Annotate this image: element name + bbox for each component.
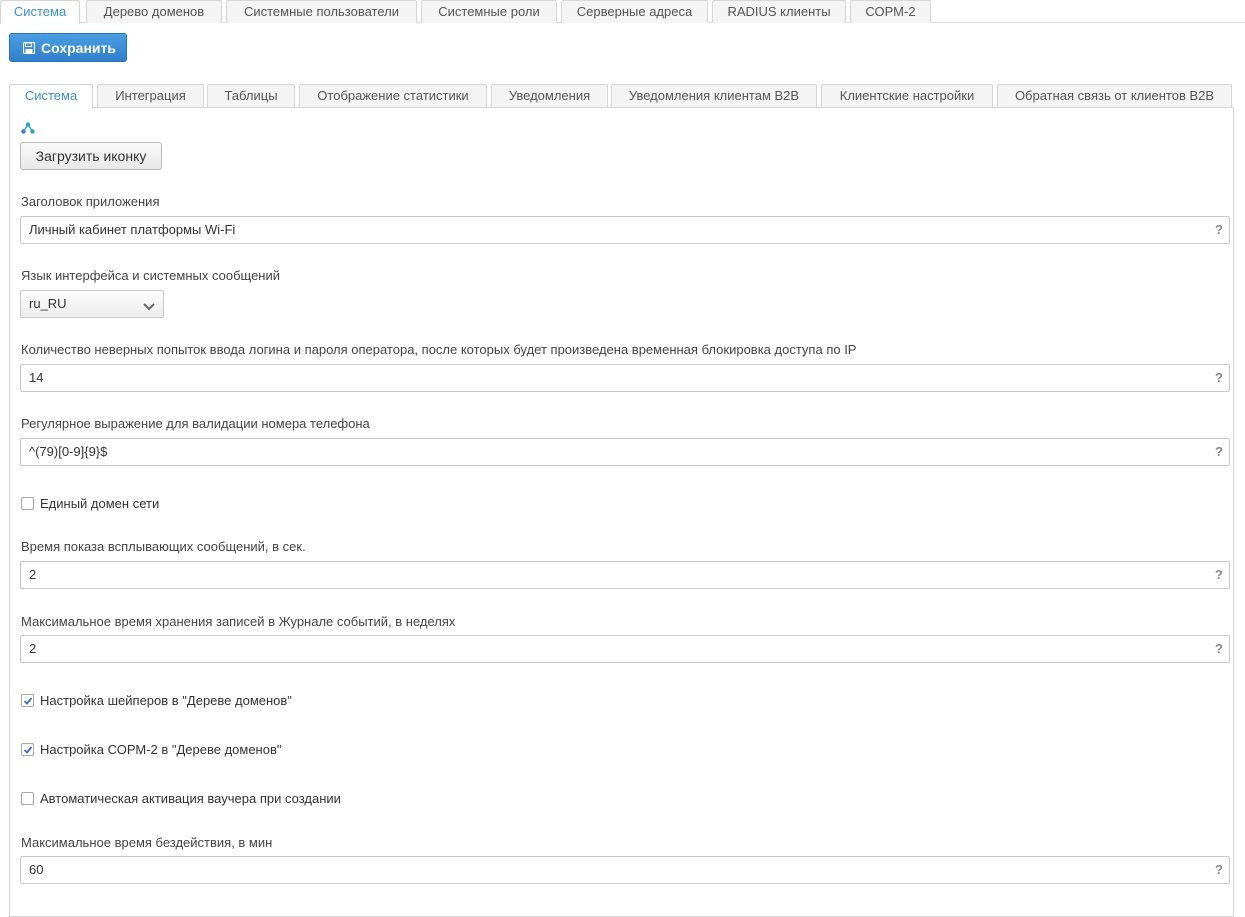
shapers-row: Настройка шейперов в "Дереве доменов" xyxy=(21,692,292,708)
shapers-label: Настройка шейперов в "Дереве доменов" xyxy=(40,692,292,708)
help-icon[interactable]: ? xyxy=(1215,365,1223,391)
check-icon xyxy=(23,696,33,705)
subtab-client-settings[interactable]: Клиентские настройки xyxy=(821,84,993,108)
top-tab-bar: Система Дерево доменов Системные пользов… xyxy=(0,0,1245,24)
idle-time-label: Максимальное время бездействия, в мин xyxy=(21,835,273,850)
sorm-checkbox[interactable] xyxy=(21,742,34,756)
login-attempts-value: 14 xyxy=(29,370,44,385)
login-attempts-input[interactable]: 14 ? xyxy=(20,364,1230,392)
shapers-checkbox[interactable] xyxy=(21,693,34,707)
floppy-disk-icon xyxy=(23,41,35,54)
phone-regex-value: ^(79)[0-9]{9}$ xyxy=(29,444,108,459)
phone-regex-input[interactable]: ^(79)[0-9]{9}$ ? xyxy=(20,438,1230,466)
help-icon[interactable]: ? xyxy=(1215,562,1223,588)
app-title-input[interactable]: Личный кабинет платформы Wi-Fi ? xyxy=(20,216,1230,244)
tab-system[interactable]: Система xyxy=(0,0,80,24)
sorm-row: Настройка СОРМ-2 в "Дереве доменов" xyxy=(21,741,282,757)
subtab-b2b-notifications[interactable]: Уведомления клиентам B2B xyxy=(611,84,817,108)
subtab-system[interactable]: Система xyxy=(9,84,93,109)
journal-retention-input[interactable]: 2 ? xyxy=(20,635,1230,663)
idle-time-value: 60 xyxy=(29,862,44,877)
upload-icon-button[interactable]: Загрузить иконку xyxy=(20,142,162,170)
voucher-row: Автоматическая активация ваучера при соз… xyxy=(21,790,341,806)
system-settings-form: Загрузить иконку Заголовок приложения Ли… xyxy=(9,107,1234,917)
phone-regex-label: Регулярное выражение для валидации номер… xyxy=(21,416,370,431)
journal-retention-label: Максимальное время хранения записей в Жу… xyxy=(21,614,456,629)
subtab-tables[interactable]: Таблицы xyxy=(207,84,295,108)
single-domain-checkbox[interactable] xyxy=(21,496,34,510)
popup-time-label: Время показа всплывающих сообщений, в се… xyxy=(21,539,306,554)
popup-time-value: 2 xyxy=(29,567,37,582)
help-icon[interactable]: ? xyxy=(1215,217,1223,243)
single-domain-row: Единый домен сети xyxy=(21,495,159,511)
check-icon xyxy=(23,745,33,754)
save-button[interactable]: Сохранить xyxy=(9,33,127,62)
tab-domain-tree[interactable]: Дерево доменов xyxy=(86,0,222,23)
subtab-integration[interactable]: Интеграция xyxy=(97,84,204,108)
language-value: ru_RU xyxy=(29,296,67,311)
settings-panel: Система Интеграция Таблицы Отображение с… xyxy=(9,84,1242,917)
popup-time-input[interactable]: 2 ? xyxy=(20,561,1230,589)
app-logo-icon xyxy=(21,122,35,137)
tab-server-addresses[interactable]: Серверные адреса xyxy=(561,0,708,23)
help-icon[interactable]: ? xyxy=(1215,857,1223,883)
app-title-label: Заголовок приложения xyxy=(21,194,160,209)
tab-sorm2[interactable]: СОРМ-2 xyxy=(850,0,931,23)
journal-retention-value: 2 xyxy=(29,641,37,656)
subtab-notifications[interactable]: Уведомления xyxy=(491,84,608,108)
tab-radius-clients[interactable]: RADIUS клиенты xyxy=(712,0,846,23)
app-title-value: Личный кабинет платформы Wi-Fi xyxy=(29,222,236,237)
voucher-checkbox[interactable] xyxy=(21,791,34,805)
subtab-b2b-feedback[interactable]: Обратная связь от клиентов B2B xyxy=(997,84,1232,108)
language-label: Язык интерфейса и системных сообщений xyxy=(21,268,281,283)
sorm-label: Настройка СОРМ-2 в "Дереве доменов" xyxy=(40,741,282,757)
single-domain-label: Единый домен сети xyxy=(40,495,160,511)
voucher-label: Автоматическая активация ваучера при соз… xyxy=(40,790,341,806)
tab-system-users[interactable]: Системные пользователи xyxy=(226,0,417,23)
idle-time-input[interactable]: 60 ? xyxy=(20,856,1230,884)
sub-tab-bar: Система Интеграция Таблицы Отображение с… xyxy=(9,84,1242,109)
help-icon[interactable]: ? xyxy=(1215,636,1223,662)
language-select[interactable]: ru_RU xyxy=(20,290,164,318)
tab-system-roles[interactable]: Системные роли xyxy=(421,0,557,23)
save-button-label: Сохранить xyxy=(41,39,116,56)
login-attempts-label: Количество неверных попыток ввода логина… xyxy=(21,342,857,357)
subtab-statistics-display[interactable]: Отображение статистики xyxy=(299,84,487,108)
chevron-down-icon xyxy=(143,299,155,314)
help-icon[interactable]: ? xyxy=(1215,439,1223,465)
